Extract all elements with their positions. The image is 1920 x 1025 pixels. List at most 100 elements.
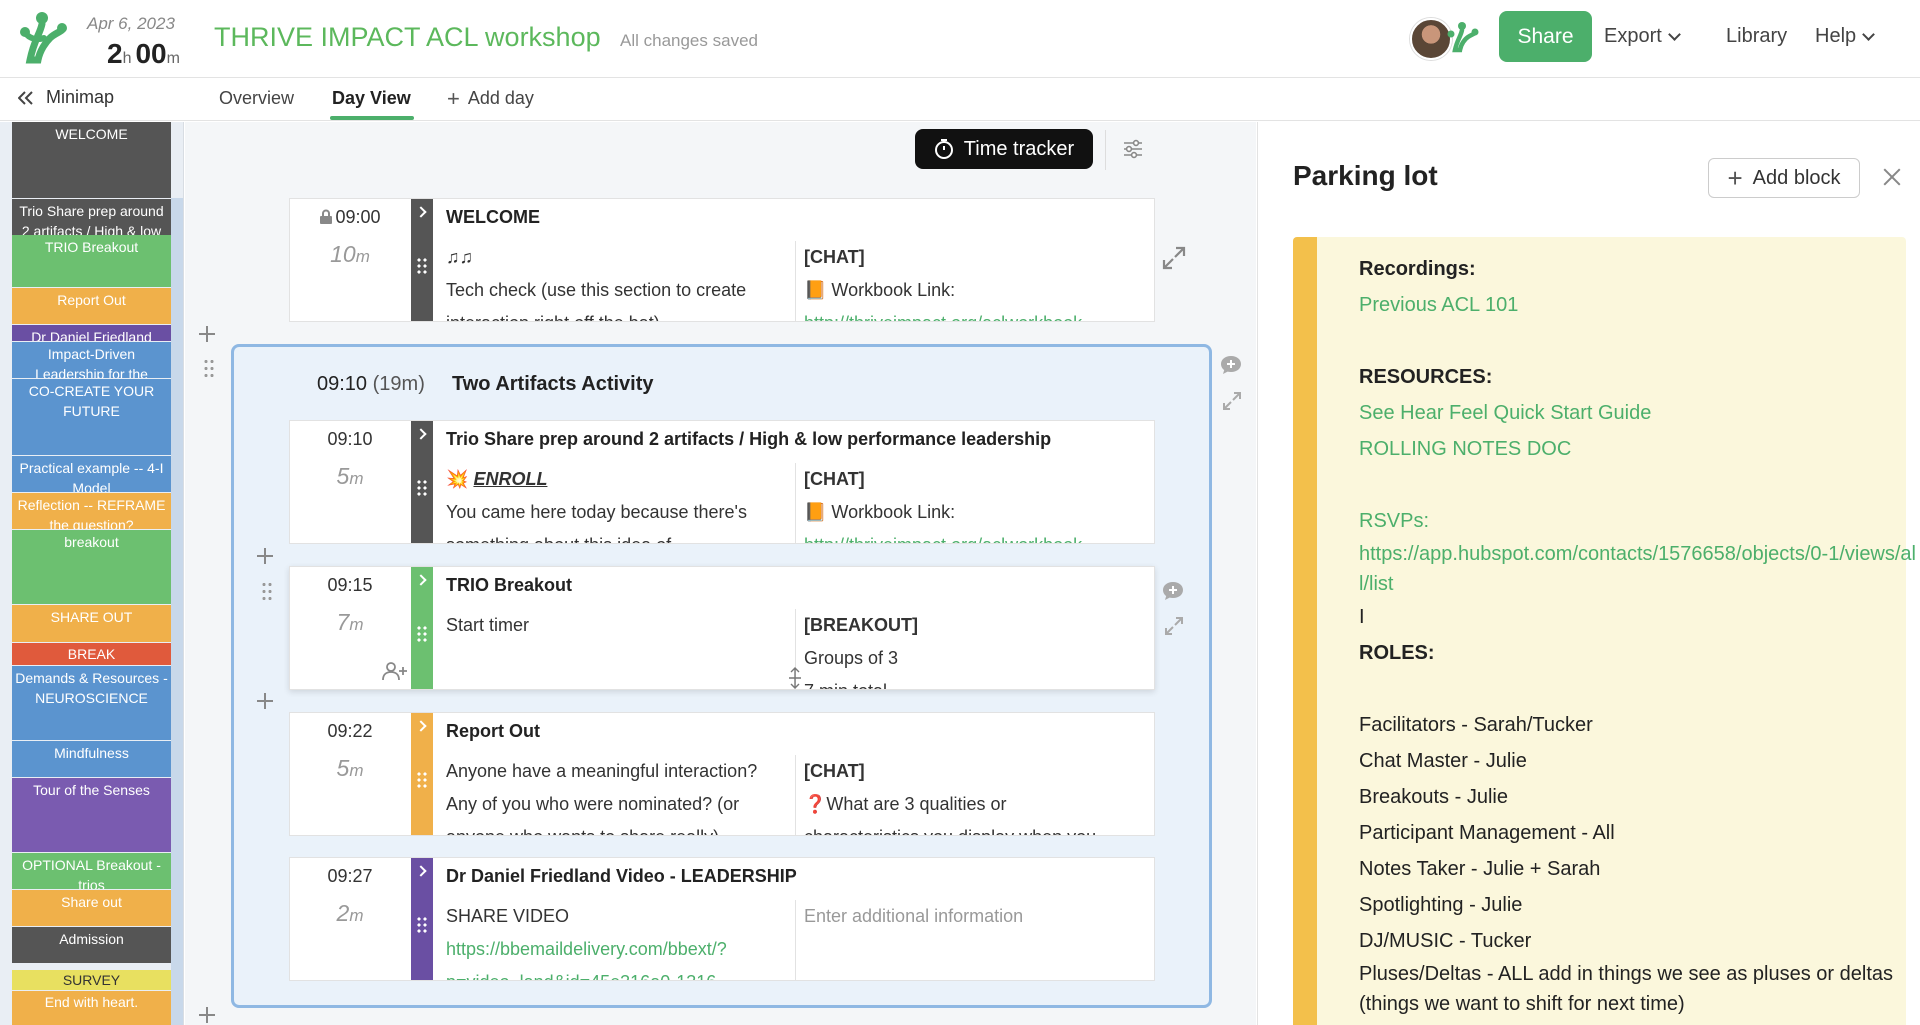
minimap-item[interactable]: CO-CREATE YOUR FUTURE [12, 379, 171, 455]
minimap-item[interactable]: TRIO Breakout [12, 235, 171, 287]
minimap-item[interactable]: Impact-Driven Leadership for the [12, 342, 171, 378]
expand-icon[interactable] [1161, 245, 1187, 271]
minimap-item[interactable]: Trio Share prep around 2 artifacts / Hig… [12, 199, 171, 239]
video-link[interactable]: p=video_land&id=45e316a0-1316- [446, 966, 788, 980]
minimap-item[interactable]: Demands & Resources - NEUROSCIENCE [12, 666, 171, 740]
block-title[interactable]: Report Out [446, 721, 540, 742]
block-description[interactable]: ♫♫ Tech check (use this section to creat… [446, 241, 788, 321]
add-block-button[interactable] [198, 325, 216, 343]
drag-handle-icon[interactable] [416, 479, 428, 497]
share-button[interactable]: Share [1499, 11, 1592, 62]
block-description[interactable]: Start timer [446, 609, 788, 642]
minimap-item[interactable]: Dr Daniel Friedland [12, 325, 171, 341]
expand-icon[interactable] [1221, 390, 1243, 412]
chevron-right-icon[interactable] [415, 720, 427, 732]
event-date[interactable]: Apr 6, 2023 [87, 14, 175, 34]
block-description[interactable]: 💥 ENROLL You came here today because the… [446, 463, 788, 543]
drag-handle-icon[interactable] [203, 358, 215, 378]
minimap-item[interactable]: Practical example -- 4-I Model [12, 456, 171, 492]
block-title[interactable]: WELCOME [446, 207, 540, 228]
time-tracker-button[interactable]: Time tracker [915, 129, 1093, 169]
minimap-item[interactable]: breakout [12, 530, 171, 604]
expand-icon[interactable] [1163, 615, 1185, 637]
drag-handle-icon[interactable] [416, 916, 428, 934]
app-logo-icon[interactable] [16, 10, 72, 66]
add-day-button[interactable]: + Add day [447, 87, 534, 109]
add-comment-icon[interactable] [1161, 580, 1185, 602]
drag-handle-icon[interactable] [416, 257, 428, 275]
block-title[interactable]: TRIO Breakout [446, 575, 572, 596]
minimap-item[interactable]: Report Out [12, 288, 171, 324]
minimap-toggle[interactable]: Minimap [18, 87, 114, 108]
block-notes[interactable]: [CHAT] ❓What are 3 qualities or characte… [804, 755, 1149, 835]
drag-handle-icon[interactable] [416, 771, 428, 789]
block-start-time[interactable]: 09:27 [290, 866, 410, 887]
minimap-item[interactable]: OPTIONAL Breakout - trios [12, 853, 171, 889]
add-block-button[interactable] [256, 692, 274, 710]
block-start-time[interactable]: 09:00 [290, 207, 410, 228]
chevron-right-icon[interactable] [415, 206, 427, 218]
block-notes[interactable]: [CHAT] 📙 Workbook Link: http://thriveimp… [804, 241, 1149, 321]
minimap-item[interactable]: SHARE OUT [12, 605, 171, 642]
recordings-link[interactable]: Previous ACL 101 [1359, 287, 1919, 323]
drag-handle-icon[interactable] [261, 581, 273, 601]
minimap-item[interactable]: BREAK [12, 643, 171, 665]
resource-link[interactable]: See Hear Feel Quick Start Guide [1359, 395, 1919, 431]
tab-day-view[interactable]: Day View [332, 88, 411, 109]
minimap-item[interactable]: Mindfulness [12, 741, 171, 777]
minimap-item[interactable]: Admission [12, 927, 171, 963]
agenda-block-trio-share[interactable]: 09:10 5m Trio Share prep around 2 artifa… [289, 420, 1155, 544]
block-title[interactable]: Dr Daniel Friedland Video - LEADERSHIP [446, 866, 797, 887]
add-person-icon[interactable] [382, 661, 408, 681]
export-menu[interactable]: Export [1604, 25, 1681, 48]
block-notes[interactable]: [CHAT] 📙 Workbook Link: http://thriveimp… [804, 463, 1149, 543]
block-description[interactable]: Anyone have a meaningful interaction? An… [446, 755, 788, 835]
library-link[interactable]: Library [1726, 25, 1787, 48]
add-block-button[interactable]: + Add block [1708, 158, 1860, 198]
minimap-item[interactable]: SURVEY [12, 970, 171, 990]
minimap-item[interactable]: Reflection -- REFRAME the question? [12, 493, 171, 529]
group-time[interactable]: 09:10 (19m) [317, 373, 425, 396]
resource-link[interactable]: ROLLING NOTES DOC [1359, 431, 1919, 467]
agenda-block-welcome[interactable]: 09:00 10m WELCOME ♫♫ Tech check (use thi… [289, 198, 1155, 322]
drag-handle-icon[interactable] [416, 625, 428, 643]
chevron-right-icon[interactable] [415, 428, 427, 440]
help-menu[interactable]: Help [1815, 25, 1876, 48]
block-color-bar[interactable] [411, 567, 433, 689]
close-icon[interactable] [1881, 166, 1903, 188]
add-block-button[interactable] [198, 1006, 216, 1024]
block-duration[interactable]: 2m [290, 900, 410, 927]
tab-overview[interactable]: Overview [219, 88, 294, 109]
block-color-bar[interactable] [411, 421, 433, 543]
chevron-right-icon[interactable] [415, 574, 427, 586]
block-start-time[interactable]: 09:10 [290, 429, 410, 450]
block-color-bar[interactable] [411, 858, 433, 980]
resize-handle-icon[interactable] [787, 667, 803, 689]
minimap-item[interactable]: WELCOME [12, 122, 171, 198]
block-duration[interactable]: 7m [290, 609, 410, 636]
add-block-button[interactable] [256, 547, 274, 565]
minimap-item[interactable]: End with heart. [12, 991, 171, 1025]
block-notes[interactable]: Enter additional information [804, 900, 1149, 933]
block-start-time[interactable]: 09:15 [290, 575, 410, 596]
block-notes[interactable]: [BREAKOUT] Groups of 3 7 min total [804, 609, 1149, 689]
rsvps-link[interactable]: https://app.hubspot.com/contacts/1576658… [1359, 539, 1919, 599]
chevron-right-icon[interactable] [415, 865, 427, 877]
block-color-bar[interactable] [411, 713, 433, 835]
workshop-title[interactable]: THRIVE IMPACT ACL workshop [214, 22, 601, 53]
block-title[interactable]: Trio Share prep around 2 artifacts / Hig… [446, 429, 1051, 450]
minimap-item[interactable]: Tour of the Senses [12, 778, 171, 852]
block-color-bar[interactable] [411, 199, 433, 321]
agenda-block-report-out[interactable]: 09:22 5m Report Out Anyone have a meanin… [289, 712, 1155, 836]
agenda-block-trio-breakout[interactable]: 09:15 7m TRIO Breakout Start timer [BREA… [289, 566, 1155, 690]
block-duration[interactable]: 5m [290, 463, 410, 490]
block-duration[interactable]: 10m [290, 241, 410, 268]
add-comment-icon[interactable] [1219, 354, 1243, 376]
note-content[interactable]: Recordings: Previous ACL 101 RESOURCES: … [1359, 251, 1919, 1019]
agenda-block-friedland-video[interactable]: 09:27 2m Dr Daniel Friedland Video - LEA… [289, 857, 1155, 981]
workbook-link[interactable]: http://thriveimpact.org/aclworkbook [804, 529, 1149, 543]
block-description[interactable]: SHARE VIDEO https://bbemaildelivery.com/… [446, 900, 788, 980]
settings-sliders-icon[interactable] [1122, 138, 1144, 160]
group-title[interactable]: Two Artifacts Activity [452, 373, 654, 396]
parking-lot-note[interactable]: Recordings: Previous ACL 101 RESOURCES: … [1293, 237, 1916, 1025]
